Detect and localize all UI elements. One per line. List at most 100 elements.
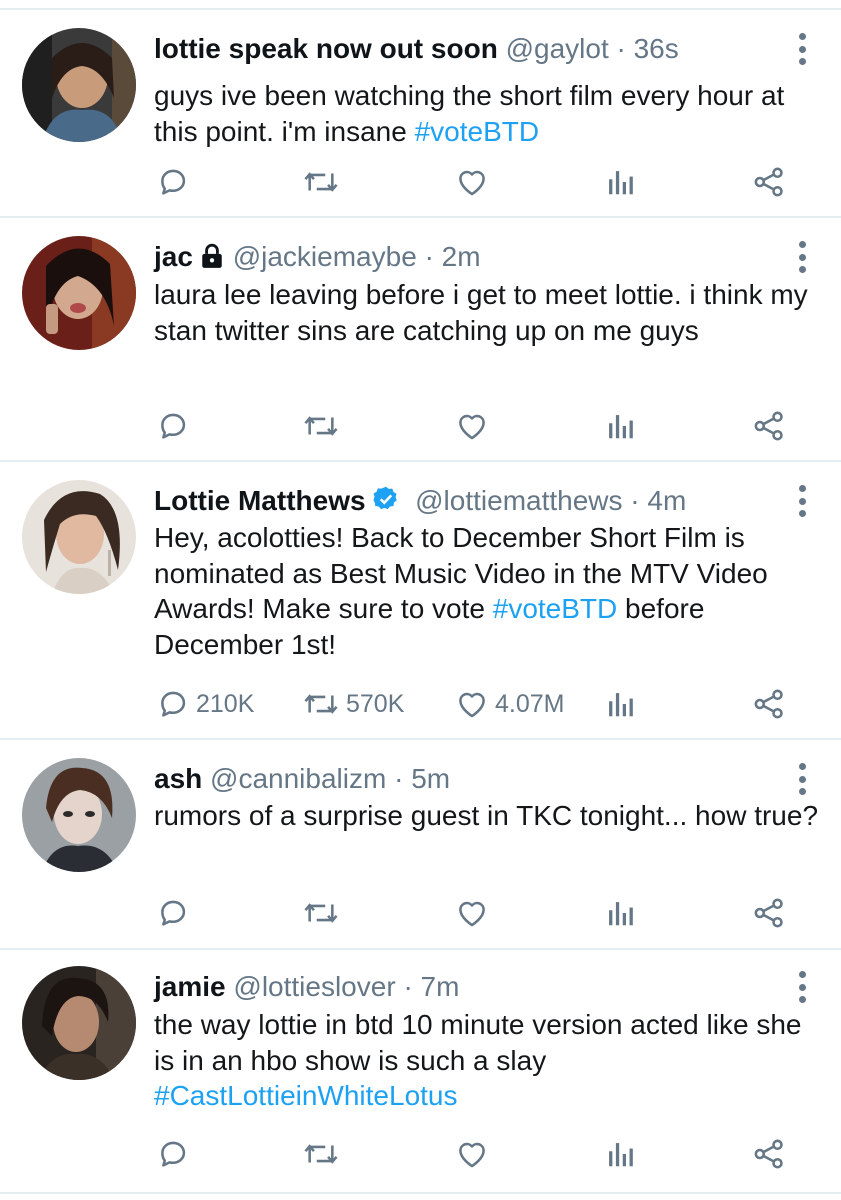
like-button[interactable]: 4.07M — [455, 684, 564, 724]
display-name[interactable]: lottie speak now out soon — [154, 33, 498, 64]
share-button[interactable] — [752, 162, 786, 202]
retweet-button[interactable] — [302, 893, 340, 933]
timestamp[interactable]: · 5m — [394, 763, 450, 794]
avatar[interactable] — [22, 758, 136, 872]
like-button[interactable] — [455, 893, 489, 933]
heart-icon — [455, 1137, 489, 1171]
handle[interactable]: @lottiematthews — [415, 485, 622, 516]
tweet-text: the way lottie in btd 10 minute version … — [154, 1007, 824, 1114]
heart-icon — [455, 896, 489, 930]
share-icon — [752, 165, 786, 199]
share-button[interactable] — [752, 406, 786, 446]
tweet-actions — [0, 406, 841, 446]
more-vertical-icon[interactable] — [795, 763, 809, 795]
tweet-header: Lottie Matthews @lottiematthews · 4m — [154, 484, 781, 521]
tweet[interactable]: Lottie Matthews @lottiematthews · 4m Hey… — [0, 462, 841, 740]
like-button[interactable] — [455, 1134, 489, 1174]
retweet-button[interactable] — [302, 406, 340, 446]
tweet[interactable]: jamie @lottieslover · 7m the way lottie … — [0, 950, 841, 1194]
reply-button[interactable] — [156, 406, 190, 446]
share-icon — [752, 409, 786, 443]
share-icon — [752, 1137, 786, 1171]
tweet-body: the way lottie in btd 10 minute version … — [154, 1009, 802, 1076]
retweet-button[interactable]: 570K — [302, 684, 404, 724]
more-vertical-icon[interactable] — [795, 241, 809, 273]
reply-button[interactable] — [156, 162, 190, 202]
tweet-text: guys ive been watching the short film ev… — [154, 78, 824, 149]
tweet-header: lottie speak now out soon @gaylot · 36s — [154, 32, 781, 66]
more-vertical-icon[interactable] — [795, 485, 809, 517]
retweet-icon — [302, 896, 340, 930]
like-button[interactable] — [455, 162, 489, 202]
tweet-text: rumors of a surprise guest in TKC tonigh… — [154, 798, 824, 834]
retweet-icon — [302, 409, 340, 443]
retweet-count: 570K — [346, 689, 405, 718]
retweet-icon — [302, 1137, 340, 1171]
analytics-button[interactable] — [605, 406, 635, 446]
tweet-body: laura lee leaving before i get to meet l… — [154, 279, 808, 346]
heart-icon — [455, 687, 489, 721]
tweet[interactable]: jac @jackiemaybe · 2m laura lee leaving … — [0, 218, 841, 462]
more-vertical-icon[interactable] — [795, 971, 809, 1003]
avatar[interactable] — [22, 966, 136, 1080]
more-vertical-icon[interactable] — [795, 33, 809, 65]
avatar[interactable] — [22, 28, 136, 142]
display-name[interactable]: ash — [154, 763, 202, 794]
handle[interactable]: @lottieslover — [233, 971, 395, 1002]
tweet-actions: 210K 570K 4.07M — [0, 684, 841, 724]
retweet-icon — [302, 687, 340, 721]
tweet-header: jamie @lottieslover · 7m — [154, 970, 781, 1004]
avatar[interactable] — [22, 236, 136, 350]
avatar[interactable] — [22, 480, 136, 594]
analytics-icon — [605, 896, 635, 930]
share-button[interactable] — [752, 1134, 786, 1174]
analytics-icon — [605, 1137, 635, 1171]
analytics-button[interactable] — [605, 684, 635, 724]
reply-button[interactable]: 210K — [156, 684, 254, 724]
reply-button[interactable] — [156, 1134, 190, 1174]
heart-icon — [455, 165, 489, 199]
display-name[interactable]: jac — [154, 241, 193, 272]
tweet-text: laura lee leaving before i get to meet l… — [154, 277, 824, 348]
tweet-header: jac @jackiemaybe · 2m — [154, 240, 781, 277]
tweet-text: Hey, acolotties! Back to December Short … — [154, 520, 824, 662]
analytics-button[interactable] — [605, 162, 635, 202]
retweet-button[interactable] — [302, 1134, 340, 1174]
tweet-actions — [0, 1134, 841, 1174]
reply-icon — [156, 1137, 190, 1171]
tweet-body: rumors of a surprise guest in TKC tonigh… — [154, 800, 819, 831]
analytics-button[interactable] — [605, 893, 635, 933]
verified-badge-icon — [372, 485, 400, 521]
tweet[interactable]: ash @cannibalizm · 5m rumors of a surpri… — [0, 740, 841, 950]
lock-icon — [199, 243, 225, 277]
timestamp[interactable]: · 2m — [425, 241, 481, 272]
display-name[interactable]: Lottie Matthews — [154, 485, 366, 516]
reply-button[interactable] — [156, 893, 190, 933]
heart-icon — [455, 409, 489, 443]
timestamp[interactable]: · 7m — [403, 971, 459, 1002]
tweet-actions — [0, 162, 841, 202]
tweet[interactable]: lottie speak now out soon @gaylot · 36s … — [0, 10, 841, 218]
hashtag-link[interactable]: #voteBTD — [415, 116, 540, 147]
reply-icon — [156, 165, 190, 199]
timestamp[interactable]: · 4m — [630, 485, 686, 516]
handle[interactable]: @cannibalizm — [210, 763, 386, 794]
share-button[interactable] — [752, 893, 786, 933]
handle[interactable]: @jackiemaybe — [233, 241, 417, 272]
like-button[interactable] — [455, 406, 489, 446]
retweet-button[interactable] — [302, 162, 340, 202]
timestamp[interactable]: · 36s — [617, 33, 679, 64]
hashtag-link[interactable]: #CastLottieinWhiteLotus — [154, 1080, 458, 1111]
reply-icon — [156, 896, 190, 930]
tweet-header: ash @cannibalizm · 5m — [154, 762, 781, 796]
analytics-button[interactable] — [605, 1134, 635, 1174]
analytics-icon — [605, 687, 635, 721]
display-name[interactable]: jamie — [154, 971, 226, 1002]
share-icon — [752, 896, 786, 930]
analytics-icon — [605, 409, 635, 443]
hashtag-link[interactable]: #voteBTD — [493, 593, 618, 624]
reply-count: 210K — [196, 689, 255, 718]
handle[interactable]: @gaylot — [506, 33, 609, 64]
share-button[interactable] — [752, 684, 786, 724]
reply-icon — [156, 409, 190, 443]
